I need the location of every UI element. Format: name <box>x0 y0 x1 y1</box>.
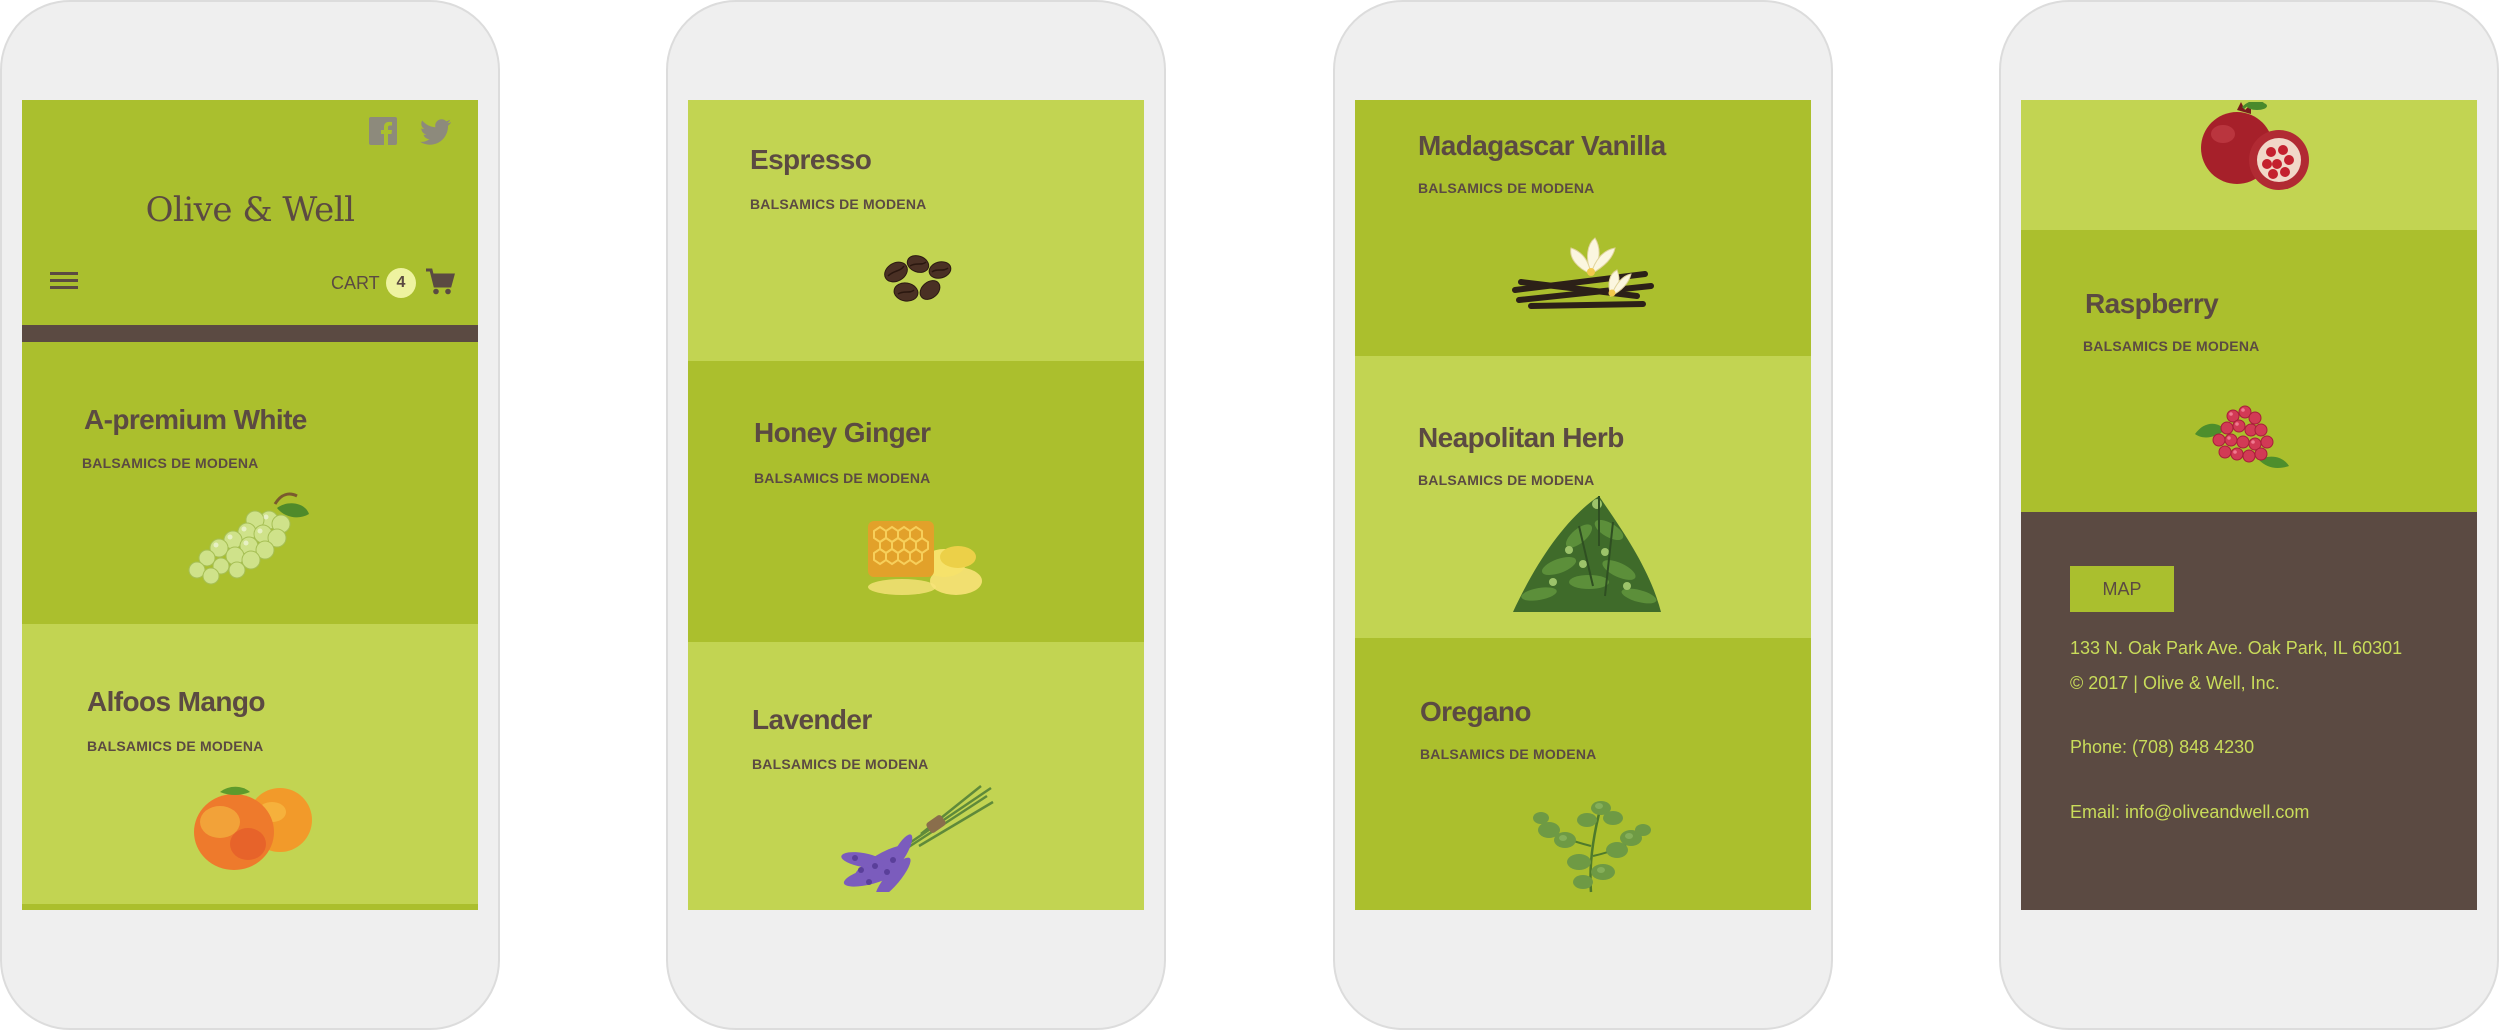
coffee-beans-image <box>884 255 952 302</box>
white-grapes-image <box>188 492 309 585</box>
product-card[interactable]: Neapolitan Herb BALSAMICS DE MODENA <box>1355 356 1811 638</box>
raspberries-image <box>2195 405 2289 468</box>
footer-copyright: © 2017 | Olive & Well, Inc. <box>2070 673 2280 693</box>
product-card[interactable]: Raspberry BALSAMICS DE MODENA <box>2021 230 2477 512</box>
product-subtitle: BALSAMICS DE MODENA <box>1418 180 1595 196</box>
cart-count-badge: 4 <box>386 268 416 298</box>
facebook-icon[interactable] <box>369 117 397 145</box>
phone-mockup-4: Raspberry BALSAMICS DE MODENA MAP 133 N.… <box>1999 0 2499 1030</box>
footer-email[interactable]: Email: info@oliveandwell.com <box>2070 802 2309 823</box>
map-button[interactable]: MAP <box>2070 566 2174 612</box>
product-subtitle: BALSAMICS DE MODENA <box>82 455 259 471</box>
shopping-cart-icon[interactable] <box>425 268 455 296</box>
product-card[interactable]: Madagascar Vanilla BALSAMICS DE MODENA <box>1355 100 1811 356</box>
product-title: Madagascar Vanilla <box>1418 130 1666 161</box>
product-card[interactable]: Oregano BALSAMICS DE MODENA <box>1355 638 1811 910</box>
oregano-sprig-image <box>1533 801 1651 893</box>
site-header: Olive & Well CART 4 <box>22 100 478 325</box>
cart-label[interactable]: CART <box>331 273 380 294</box>
product-subtitle: BALSAMICS DE MODENA <box>2083 338 2260 354</box>
phone-mockup-3: Madagascar Vanilla BALSAMICS DE MODENA N… <box>1333 0 1833 1030</box>
product-title: Neapolitan Herb <box>1418 422 1624 453</box>
product-title: Honey Ginger <box>754 417 931 448</box>
phone-mockup-1: Olive & Well CART 4 A-premium White BALS… <box>0 0 500 1030</box>
product-title: Oregano <box>1420 696 1532 727</box>
product-card[interactable]: Alfoos Mango BALSAMICS DE MODENA <box>22 624 478 910</box>
product-subtitle: BALSAMICS DE MODENA <box>87 738 264 754</box>
footer-address: 133 N. Oak Park Ave. Oak Park, IL 60301 <box>2070 638 2403 658</box>
header-divider-bar <box>22 325 478 342</box>
herb-pile-image <box>1513 496 1661 612</box>
product-card[interactable]: A-premium White BALSAMICS DE MODENA <box>22 342 478 624</box>
phone-screen-2: Espresso BALSAMICS DE MODENA Honey Ginge… <box>688 100 1144 910</box>
phone-screen-3: Madagascar Vanilla BALSAMICS DE MODENA N… <box>1355 100 1811 910</box>
twitter-icon[interactable] <box>420 119 452 145</box>
phone-mockup-2: Espresso BALSAMICS DE MODENA Honey Ginge… <box>666 0 1166 1030</box>
footer-phone[interactable]: Phone: (708) 848 4230 <box>2070 737 2254 758</box>
product-title: Raspberry <box>2085 288 2219 319</box>
product-card[interactable]: Lavender BALSAMICS DE MODENA <box>688 642 1144 910</box>
next-card-edge <box>22 904 478 910</box>
phone-screen-4: Raspberry BALSAMICS DE MODENA MAP 133 N.… <box>2021 100 2477 910</box>
hamburger-menu-icon[interactable] <box>50 270 78 292</box>
product-subtitle: BALSAMICS DE MODENA <box>1420 746 1597 762</box>
lavender-bunch-image <box>841 785 994 892</box>
honeycomb-ginger-image <box>868 521 982 595</box>
product-title: Alfoos Mango <box>87 686 265 717</box>
product-card[interactable]: Espresso BALSAMICS DE MODENA <box>688 100 1144 361</box>
product-subtitle: BALSAMICS DE MODENA <box>750 196 927 212</box>
site-logo[interactable]: Olive & Well <box>22 190 478 230</box>
pomegranate-image <box>2201 102 2309 190</box>
product-subtitle: BALSAMICS DE MODENA <box>752 756 929 772</box>
product-card[interactable]: Honey Ginger BALSAMICS DE MODENA <box>688 361 1144 642</box>
site-footer: MAP 133 N. Oak Park Ave. Oak Park, IL 60… <box>2021 512 2477 910</box>
product-subtitle: BALSAMICS DE MODENA <box>754 470 931 486</box>
product-card[interactable] <box>2021 100 2477 230</box>
phone-screen-1: Olive & Well CART 4 A-premium White BALS… <box>22 100 478 910</box>
vanilla-pods-image <box>1512 237 1654 309</box>
product-title: Lavender <box>752 704 872 735</box>
mango-image <box>194 786 312 870</box>
product-title: A-premium White <box>84 404 307 435</box>
product-title: Espresso <box>750 144 872 175</box>
